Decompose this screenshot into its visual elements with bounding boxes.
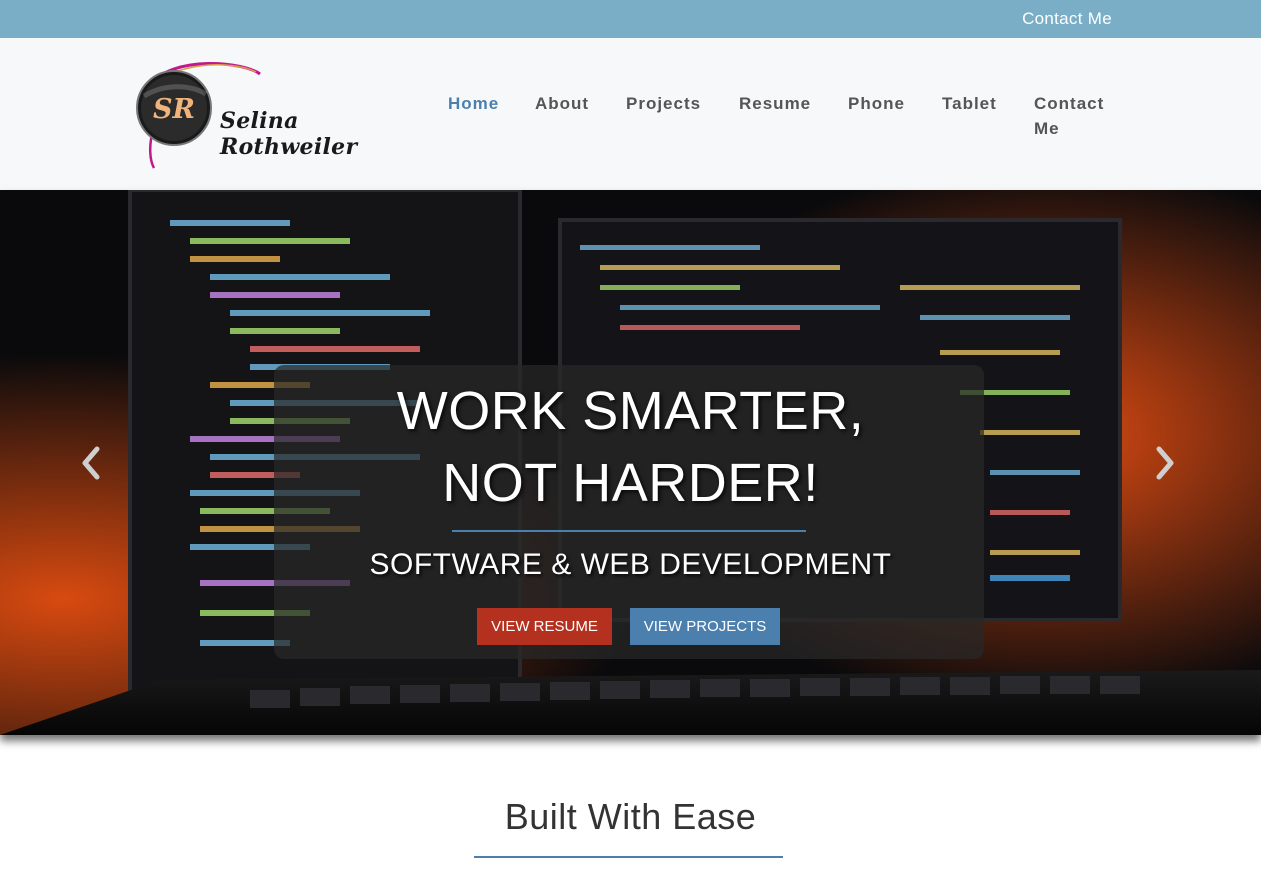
logo[interactable]: SR Selina Rothweiler — [134, 56, 414, 172]
section-title-underline — [474, 856, 783, 858]
nav-contact[interactable]: Contact Me — [1034, 91, 1104, 141]
nav-contact-line1: Contact — [1034, 94, 1105, 113]
site-header: SR Selina Rothweiler Home About Projects… — [0, 38, 1261, 190]
topbar-contact-link[interactable]: Contact Me — [1022, 9, 1112, 29]
nav-projects[interactable]: Projects — [626, 91, 701, 116]
chevron-right-icon — [1156, 446, 1174, 480]
nav-about[interactable]: About — [535, 91, 589, 116]
carousel-next-button[interactable] — [1153, 445, 1177, 481]
nav-tablet[interactable]: Tablet — [942, 91, 997, 116]
chevron-left-icon — [82, 446, 100, 480]
top-bar: Contact Me — [0, 0, 1261, 38]
carousel-prev-button[interactable] — [79, 445, 103, 481]
hero-subheadline: SOFTWARE & WEB DEVELOPMENT — [369, 548, 892, 581]
nav-phone[interactable]: Phone — [848, 91, 905, 116]
hero-headline-line1: WORK SMARTER, — [396, 381, 865, 441]
section-title: Built With Ease — [504, 796, 757, 837]
hero-carousel: WORK SMARTER, NOT HARDER! SOFTWARE & WEB… — [0, 190, 1261, 735]
brand-name: Selina Rothweiler — [220, 108, 358, 160]
view-resume-button[interactable]: VIEW RESUME — [477, 608, 612, 645]
hero-divider — [452, 530, 806, 532]
nav-resume[interactable]: Resume — [739, 91, 811, 116]
nav-home[interactable]: Home — [448, 91, 499, 116]
hero-headline-line2: NOT HARDER! — [442, 453, 819, 513]
svg-text:SR: SR — [153, 94, 195, 125]
view-projects-button[interactable]: VIEW PROJECTS — [630, 608, 780, 645]
nav-contact-line2: Me — [1034, 119, 1060, 138]
